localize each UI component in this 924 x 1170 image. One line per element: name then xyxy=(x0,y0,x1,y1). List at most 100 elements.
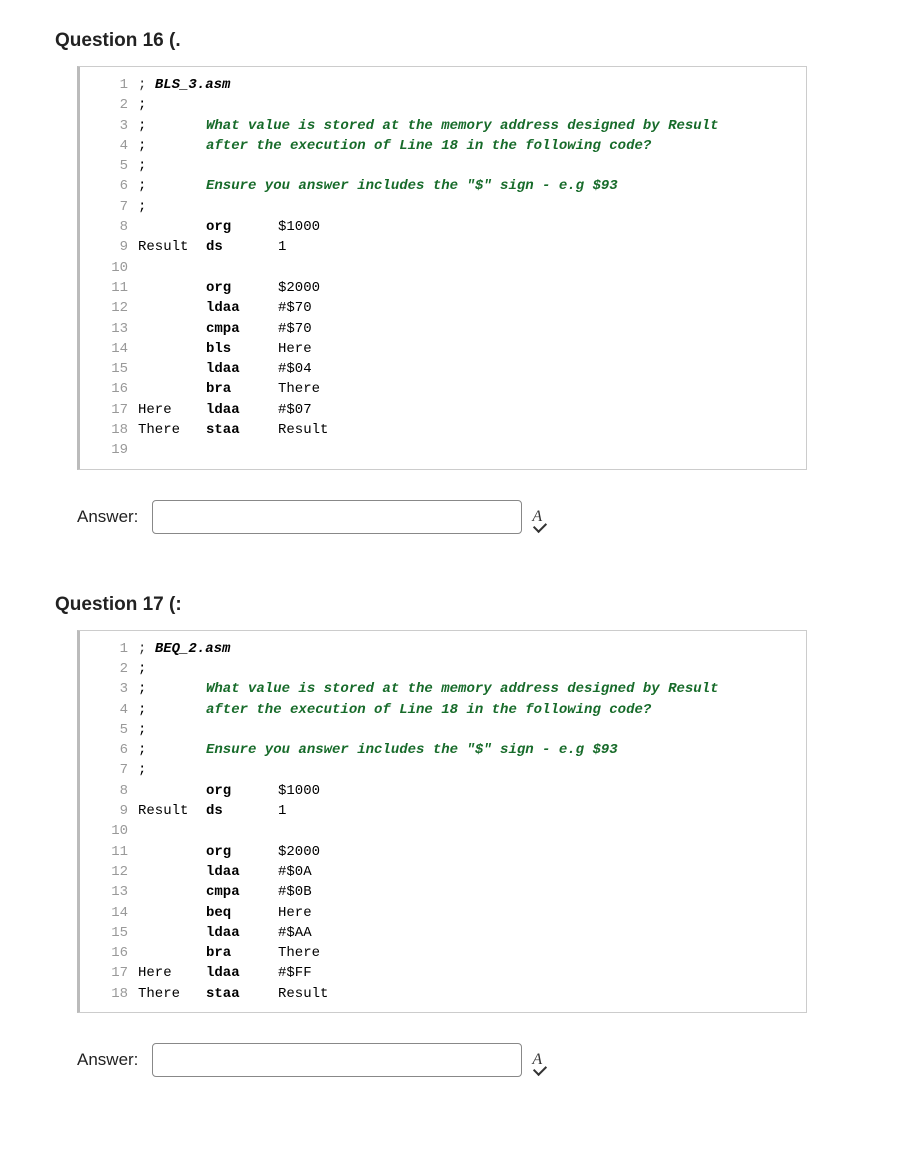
code-line: 15ldaa#$04 xyxy=(80,359,806,379)
line-number: 6 xyxy=(80,740,138,760)
code-label: ; xyxy=(138,760,206,780)
line-number: 17 xyxy=(80,400,138,420)
line-number: 12 xyxy=(80,298,138,318)
spellcheck-icon[interactable]: A xyxy=(532,1052,542,1068)
line-number: 7 xyxy=(80,760,138,780)
code-comment: What value is stored at the memory addre… xyxy=(206,116,718,136)
line-number: 16 xyxy=(80,379,138,399)
answer-label: Answer: xyxy=(77,507,138,527)
code-label xyxy=(138,943,206,963)
code-label: There xyxy=(138,984,206,1004)
line-number: 9 xyxy=(80,237,138,257)
code-opcode: staa xyxy=(206,420,278,440)
code-operand xyxy=(278,720,806,740)
code-line: 4;after the execution of Line 18 in the … xyxy=(80,700,806,720)
line-number: 15 xyxy=(80,923,138,943)
code-label: Result xyxy=(138,801,206,821)
line-number: 9 xyxy=(80,801,138,821)
code-operand: $2000 xyxy=(278,842,806,862)
line-number: 2 xyxy=(80,659,138,679)
code-opcode xyxy=(206,720,278,740)
code-label: ; xyxy=(138,156,206,176)
code-line: 2; xyxy=(80,659,806,679)
code-opcode: cmpa xyxy=(206,319,278,339)
answer-input[interactable] xyxy=(152,1043,522,1077)
code-label xyxy=(138,278,206,298)
code-operand xyxy=(278,156,806,176)
code-line: 19 xyxy=(80,440,806,460)
code-line: 14blsHere xyxy=(80,339,806,359)
code-comment: Ensure you answer includes the "$" sign … xyxy=(206,740,618,760)
code-line: 17Hereldaa#$07 xyxy=(80,400,806,420)
code-label: ; xyxy=(138,700,206,720)
code-line: 9Resultds1 xyxy=(80,801,806,821)
line-number: 11 xyxy=(80,842,138,862)
code-opcode: ldaa xyxy=(206,923,278,943)
spellcheck-icon[interactable]: A xyxy=(532,509,542,525)
code-line: 13cmpa#$0B xyxy=(80,882,806,902)
code-opcode: beq xyxy=(206,903,278,923)
code-opcode: ldaa xyxy=(206,400,278,420)
code-operand xyxy=(278,659,806,679)
code-comment: after the execution of Line 18 in the fo… xyxy=(206,136,651,156)
code-line: 18TherestaaResult xyxy=(80,420,806,440)
code-comment: after the execution of Line 18 in the fo… xyxy=(206,700,651,720)
code-operand: #$0B xyxy=(278,882,806,902)
line-number: 5 xyxy=(80,720,138,740)
question-title: Question 16 (. xyxy=(55,30,869,52)
code-opcode: ds xyxy=(206,237,278,257)
code-label xyxy=(138,903,206,923)
code-opcode: bls xyxy=(206,339,278,359)
code-label xyxy=(138,923,206,943)
code-line: 18TherestaaResult xyxy=(80,984,806,1004)
line-number: 11 xyxy=(80,278,138,298)
answer-input[interactable] xyxy=(152,500,522,534)
code-label: ; xyxy=(138,720,206,740)
code-line: 7; xyxy=(80,197,806,217)
code-label: ; xyxy=(138,740,206,760)
code-label xyxy=(138,258,206,278)
code-opcode xyxy=(206,156,278,176)
code-line: 15 ldaa#$AA xyxy=(80,923,806,943)
code-operand: $2000 xyxy=(278,278,806,298)
code-line: 6;Ensure you answer includes the "$" sig… xyxy=(80,740,806,760)
line-number: 5 xyxy=(80,156,138,176)
code-comment: Ensure you answer includes the "$" sign … xyxy=(206,176,618,196)
line-number: 18 xyxy=(80,984,138,1004)
code-opcode: org xyxy=(206,781,278,801)
code-operand: Here xyxy=(278,339,806,359)
line-number: 7 xyxy=(80,197,138,217)
line-number: 3 xyxy=(80,679,138,699)
question-title: Question 17 (: xyxy=(55,594,869,616)
code-line: 11 org$2000 xyxy=(80,842,806,862)
code-opcode xyxy=(206,821,278,841)
code-operand xyxy=(278,440,806,460)
code-operand: Result xyxy=(278,420,806,440)
code-label: ; xyxy=(138,116,206,136)
code-label: Result xyxy=(138,237,206,257)
code-label xyxy=(138,862,206,882)
line-number: 4 xyxy=(80,700,138,720)
code-operand: #$AA xyxy=(278,923,806,943)
line-number: 13 xyxy=(80,882,138,902)
code-opcode: ldaa xyxy=(206,359,278,379)
code-operand: #$70 xyxy=(278,319,806,339)
code-operand: 1 xyxy=(278,237,806,257)
code-header: BEQ_2.asm xyxy=(155,639,231,659)
code-label: ; xyxy=(138,639,155,659)
code-opcode: ds xyxy=(206,801,278,821)
code-opcode: ldaa xyxy=(206,963,278,983)
code-line: 12ldaa#$70 xyxy=(80,298,806,318)
code-opcode: org xyxy=(206,842,278,862)
code-line: 8org$1000 xyxy=(80,781,806,801)
line-number: 14 xyxy=(80,903,138,923)
line-number: 13 xyxy=(80,319,138,339)
code-operand xyxy=(278,258,806,278)
code-line: 5; xyxy=(80,720,806,740)
code-line: 4;after the execution of Line 18 in the … xyxy=(80,136,806,156)
line-number: 16 xyxy=(80,943,138,963)
line-number: 8 xyxy=(80,217,138,237)
code-label: ; xyxy=(138,176,206,196)
code-block: 1; BEQ_2.asm2;3;What value is stored at … xyxy=(77,630,807,1013)
question-block: Question 17 (:1; BEQ_2.asm2;3;What value… xyxy=(55,594,869,1077)
